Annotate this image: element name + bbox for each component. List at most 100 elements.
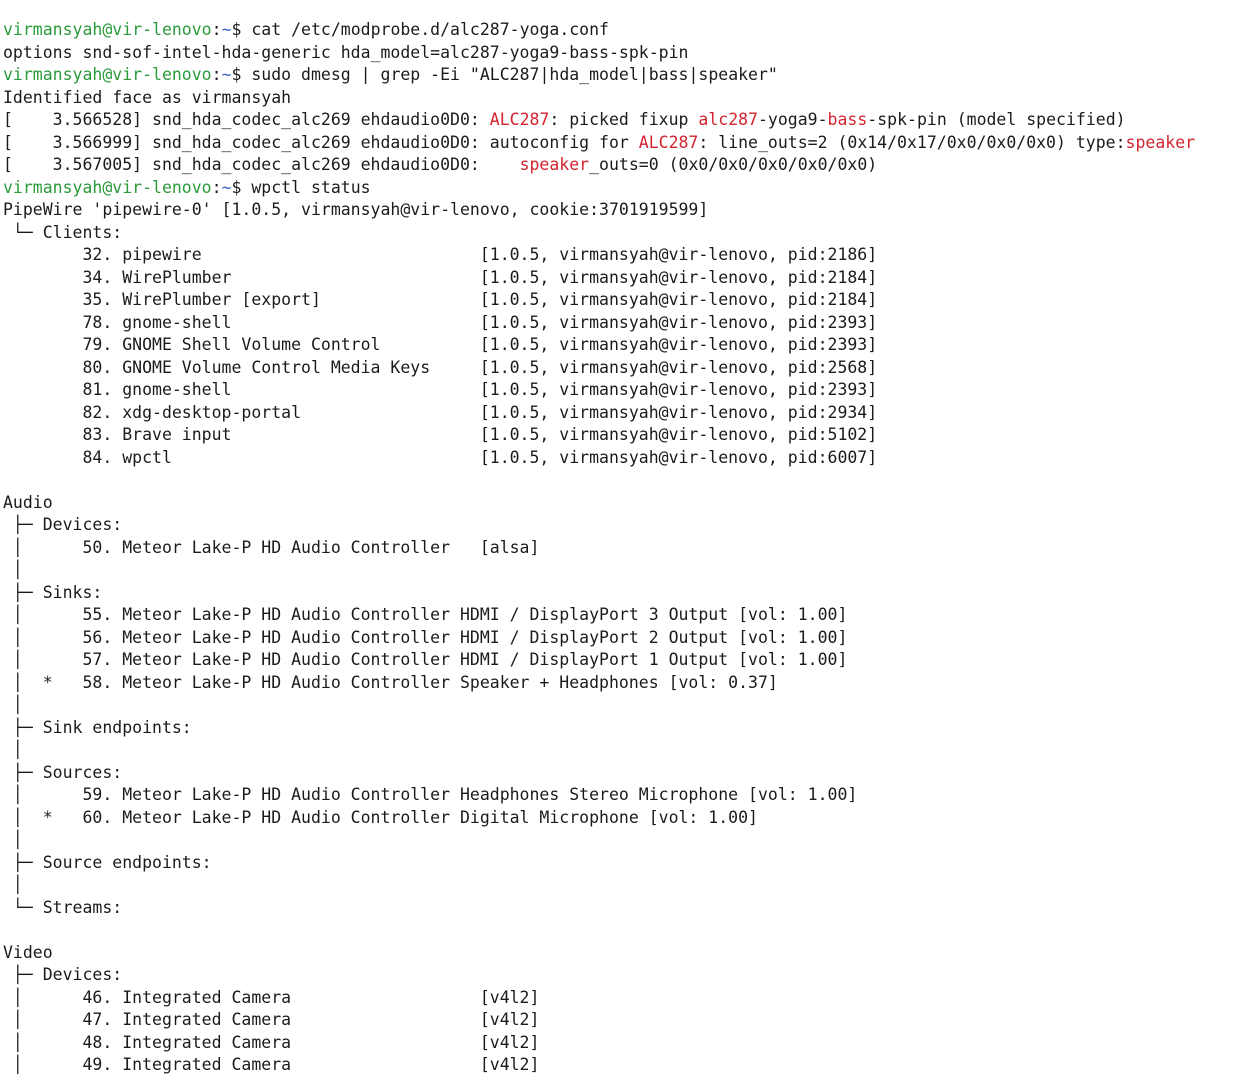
terminal-text: │ 49. Integrated Camera [v4l2] bbox=[3, 1055, 540, 1074]
terminal-line: 81. gnome-shell [1.0.5, virmansyah@vir-l… bbox=[0, 379, 1235, 402]
terminal-line: 35. WirePlumber [export] [1.0.5, virmans… bbox=[0, 289, 1235, 312]
terminal-text: : bbox=[211, 65, 222, 84]
terminal-line: 78. gnome-shell [1.0.5, virmansyah@vir-l… bbox=[0, 312, 1235, 335]
terminal-line: ├─ Sink endpoints: bbox=[0, 717, 1235, 740]
highlighted-text: alc287 bbox=[698, 110, 758, 129]
terminal-line: 82. xdg-desktop-portal [1.0.5, virmansya… bbox=[0, 402, 1235, 425]
terminal-text: : bbox=[211, 177, 222, 197]
terminal-line: Identified face as virmansyah bbox=[0, 87, 1235, 110]
terminal-text: │ * 58. Meteor Lake-P HD Audio Controlle… bbox=[3, 672, 778, 692]
prompt-user: virmansyah@vir-lenovo bbox=[3, 20, 212, 39]
prompt-user: virmansyah@vir-lenovo bbox=[3, 177, 212, 197]
highlighted-text: speaker bbox=[1125, 132, 1196, 152]
terminal-text: │ 59. Meteor Lake-P HD Audio Controller … bbox=[3, 785, 858, 804]
terminal-text: └─ Clients: bbox=[3, 222, 123, 242]
terminal-text: : bbox=[211, 20, 222, 39]
terminal-line: │ bbox=[0, 739, 1235, 762]
terminal-text: [ 3.567005] snd_hda_codec_alc269 ehdaudi… bbox=[3, 155, 520, 174]
terminal-text: 82. xdg-desktop-portal [1.0.5, virmansya… bbox=[3, 402, 878, 422]
terminal-line: 34. WirePlumber [1.0.5, virmansyah@vir-l… bbox=[0, 267, 1235, 290]
terminal-text: _outs=0 (0x0/0x0/0x0/0x0/0x0) bbox=[589, 155, 878, 174]
terminal-line: options snd-sof-intel-hda-generic hda_mo… bbox=[0, 42, 1235, 65]
terminal-line: ├─ Devices: bbox=[0, 964, 1235, 987]
terminal-text: │ 55. Meteor Lake-P HD Audio Controller … bbox=[3, 605, 848, 624]
terminal-text: 79. GNOME Shell Volume Control [1.0.5, v… bbox=[3, 335, 878, 354]
terminal-line: 83. Brave input [1.0.5, virmansyah@vir-l… bbox=[0, 424, 1235, 447]
terminal-line: ├─ Devices: bbox=[0, 514, 1235, 537]
terminal-text: Video bbox=[3, 942, 53, 962]
terminal-line: 80. GNOME Volume Control Media Keys [1.0… bbox=[0, 357, 1235, 380]
terminal-text: │ 48. Integrated Camera [v4l2] bbox=[3, 1032, 540, 1052]
terminal-text: │ 47. Integrated Camera [v4l2] bbox=[3, 1010, 540, 1029]
terminal-line: 32. pipewire [1.0.5, virmansyah@vir-leno… bbox=[0, 244, 1235, 267]
prompt-path: ~ bbox=[221, 65, 232, 84]
terminal-line: │ 46. Integrated Camera [v4l2] bbox=[0, 987, 1235, 1010]
terminal-text: 83. Brave input [1.0.5, virmansyah@vir-l… bbox=[3, 425, 878, 444]
terminal-line: │ 49. Integrated Camera [v4l2] bbox=[0, 1054, 1235, 1077]
terminal-text: 35. WirePlumber [export] [1.0.5, virmans… bbox=[3, 290, 878, 309]
terminal-text: $ wpctl status bbox=[231, 177, 371, 197]
terminal-line: ├─ Sinks: bbox=[0, 582, 1235, 605]
terminal-text: │ * 60. Meteor Lake-P HD Audio Controlle… bbox=[3, 807, 758, 827]
terminal-text: ├─ Sink endpoints: bbox=[3, 717, 192, 737]
terminal-text: │ bbox=[3, 830, 23, 849]
terminal-text: ├─ Sinks: bbox=[3, 582, 103, 602]
terminal-line: [ 3.566528] snd_hda_codec_alc269 ehdaudi… bbox=[0, 109, 1235, 132]
terminal-text: : line_outs=2 (0x14/0x17/0x0/0x0/0x0) ty… bbox=[698, 132, 1126, 152]
terminal-line: virmansyah@vir-lenovo:~$ cat /etc/modpro… bbox=[0, 19, 1235, 42]
terminal-line: [ 3.566999] snd_hda_codec_alc269 ehdaudi… bbox=[0, 132, 1235, 155]
terminal-text: : picked fixup bbox=[549, 110, 699, 129]
terminal-output[interactable]: virmansyah@vir-lenovo:~$ cat /etc/modpro… bbox=[0, 0, 1235, 1081]
terminal-line: └─ Streams: bbox=[0, 897, 1235, 920]
terminal-text: -yoga9- bbox=[758, 110, 828, 129]
prompt-path: ~ bbox=[221, 20, 232, 39]
terminal-line: │ 59. Meteor Lake-P HD Audio Controller … bbox=[0, 784, 1235, 807]
terminal-line: │ 50. Meteor Lake-P HD Audio Controller … bbox=[0, 537, 1235, 560]
terminal-text: │ 46. Integrated Camera [v4l2] bbox=[3, 987, 540, 1007]
terminal-text: $ cat /etc/modprobe.d/alc287-yoga.conf bbox=[231, 20, 610, 39]
terminal-text: └─ Streams: bbox=[3, 897, 123, 917]
terminal-text: │ bbox=[3, 695, 23, 714]
terminal-line: Audio bbox=[0, 492, 1235, 515]
terminal-text: 84. wpctl [1.0.5, virmansyah@vir-lenovo,… bbox=[3, 447, 878, 467]
terminal-text: Identified face as virmansyah bbox=[3, 87, 292, 107]
terminal-text: [ 3.566528] snd_hda_codec_alc269 ehdaudi… bbox=[3, 110, 490, 129]
terminal-text: ├─ Sources: bbox=[3, 762, 123, 782]
highlighted-text: bass bbox=[827, 110, 868, 129]
highlighted-text: ALC287 bbox=[489, 110, 550, 129]
terminal-text: 80. GNOME Volume Control Media Keys [1.0… bbox=[3, 357, 878, 377]
terminal-text: ├─ Devices: bbox=[3, 965, 123, 984]
terminal-text: │ bbox=[3, 740, 23, 759]
terminal-text: 81. gnome-shell [1.0.5, virmansyah@vir-l… bbox=[3, 380, 878, 399]
terminal-line: └─ Clients: bbox=[0, 222, 1235, 245]
terminal-line: │ 57. Meteor Lake-P HD Audio Controller … bbox=[0, 649, 1235, 672]
terminal-line: PipeWire 'pipewire-0' [1.0.5, virmansyah… bbox=[0, 199, 1235, 222]
terminal-line: virmansyah@vir-lenovo:~$ sudo dmesg | gr… bbox=[0, 64, 1235, 87]
terminal-line: 84. wpctl [1.0.5, virmansyah@vir-lenovo,… bbox=[0, 447, 1235, 470]
terminal-text: 78. gnome-shell [1.0.5, virmansyah@vir-l… bbox=[3, 312, 878, 332]
terminal-line: virmansyah@vir-lenovo:~$ wpctl status bbox=[0, 177, 1235, 200]
terminal-line: 79. GNOME Shell Volume Control [1.0.5, v… bbox=[0, 334, 1235, 357]
terminal-text: │ 50. Meteor Lake-P HD Audio Controller … bbox=[3, 537, 540, 557]
terminal-line: Video bbox=[0, 942, 1235, 965]
highlighted-text: ALC287 bbox=[638, 132, 699, 152]
terminal-text: Audio bbox=[3, 492, 53, 512]
terminal-text: options snd-sof-intel-hda-generic hda_mo… bbox=[3, 42, 689, 62]
terminal-line: │ bbox=[0, 559, 1235, 582]
terminal-text: │ bbox=[3, 560, 23, 579]
terminal-line: │ 48. Integrated Camera [v4l2] bbox=[0, 1032, 1235, 1055]
highlighted-text: speaker bbox=[519, 155, 590, 174]
terminal-text: ├─ Source endpoints: bbox=[3, 852, 212, 872]
terminal-line: │ 47. Integrated Camera [v4l2] bbox=[0, 1009, 1235, 1032]
terminal-line: │ 56. Meteor Lake-P HD Audio Controller … bbox=[0, 627, 1235, 650]
terminal-text: 32. pipewire [1.0.5, virmansyah@vir-leno… bbox=[3, 245, 878, 264]
terminal-text: │ 56. Meteor Lake-P HD Audio Controller … bbox=[3, 627, 848, 647]
terminal-line: │ 55. Meteor Lake-P HD Audio Controller … bbox=[0, 604, 1235, 627]
terminal-text: -spk-pin (model specified) bbox=[867, 110, 1126, 129]
terminal-text: PipeWire 'pipewire-0' [1.0.5, virmansyah… bbox=[3, 200, 709, 219]
terminal-text: [ 3.566999] snd_hda_codec_alc269 ehdaudi… bbox=[3, 132, 639, 152]
terminal-line: ├─ Source endpoints: bbox=[0, 852, 1235, 875]
terminal-text: │ 57. Meteor Lake-P HD Audio Controller … bbox=[3, 650, 848, 669]
